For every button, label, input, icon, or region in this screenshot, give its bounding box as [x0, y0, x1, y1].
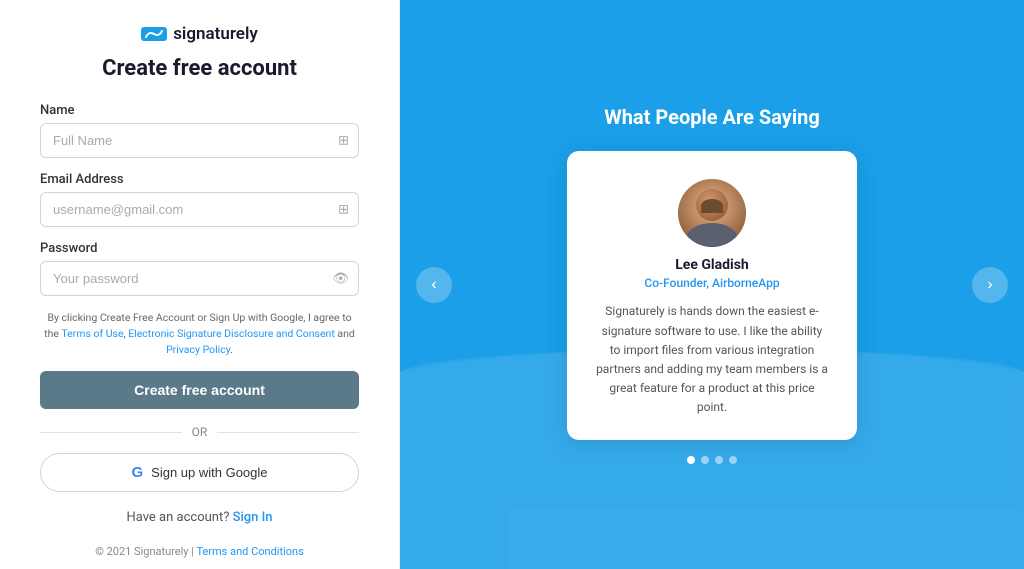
carousel-dot-1[interactable]	[687, 456, 695, 464]
terms-text: By clicking Create Free Account or Sign …	[40, 310, 359, 357]
signin-prompt: Have an account? Sign In	[126, 510, 272, 525]
avatar	[678, 179, 746, 247]
logo-text: signaturely	[173, 24, 258, 44]
email-input[interactable]	[40, 192, 359, 227]
signaturely-logo-icon	[141, 24, 167, 44]
footer: © 2021 Signaturely | Terms and Condition…	[95, 545, 304, 558]
google-signup-button[interactable]: G Sign up with Google	[40, 453, 359, 492]
password-label: Password	[40, 241, 359, 256]
terms-of-use-link[interactable]: Terms of Use	[61, 327, 123, 340]
or-line-left	[40, 432, 182, 433]
footer-copyright: © 2021 Signaturely |	[95, 545, 196, 558]
testimonial-quote: Signaturely is hands down the easiest e-…	[595, 302, 829, 417]
create-account-button[interactable]: Create free account	[40, 371, 359, 409]
page-title: Create free account	[102, 56, 297, 81]
carousel-dot-3[interactable]	[715, 456, 723, 464]
avatar-hair	[701, 199, 723, 213]
testimonial-heading: What People Are Saying	[604, 105, 820, 129]
avatar-body	[687, 223, 737, 247]
email-label: Email Address	[40, 172, 359, 187]
signin-link[interactable]: Sign In	[233, 510, 273, 525]
left-panel: signaturely Create free account Name ⊞ E…	[0, 0, 400, 569]
avatar-face	[678, 179, 746, 247]
name-input[interactable]	[40, 123, 359, 158]
password-input-wrapper: 👁	[40, 261, 359, 296]
email-field-group: Email Address ⊞	[40, 172, 359, 227]
privacy-policy-link[interactable]: Privacy Policy	[166, 343, 230, 356]
name-input-wrapper: ⊞	[40, 123, 359, 158]
or-divider: OR	[40, 425, 359, 439]
or-text: OR	[192, 425, 208, 439]
carousel-dots	[687, 456, 737, 464]
person-title: Co-Founder, AirborneApp	[595, 276, 829, 290]
google-button-label: Sign up with Google	[151, 465, 267, 480]
carousel-prev-button[interactable]: ‹	[416, 267, 452, 303]
name-label: Name	[40, 103, 359, 118]
right-panel: What People Are Saying Lee Gladish Co-Fo…	[400, 0, 1024, 569]
testimonial-card: Lee Gladish Co-Founder, AirborneApp Sign…	[567, 151, 857, 439]
password-field-group: Password 👁	[40, 241, 359, 296]
carousel-next-button[interactable]: ›	[972, 267, 1008, 303]
email-input-wrapper: ⊞	[40, 192, 359, 227]
logo-area: signaturely	[141, 24, 258, 44]
have-account-text: Have an account?	[126, 510, 229, 525]
carousel-dot-2[interactable]	[701, 456, 709, 464]
person-name: Lee Gladish	[595, 257, 829, 273]
terms-conditions-link[interactable]: Terms and Conditions	[196, 545, 303, 558]
or-line-right	[217, 432, 359, 433]
google-icon: G	[131, 464, 143, 481]
carousel-dot-4[interactable]	[729, 456, 737, 464]
esignature-disclosure-link[interactable]: Electronic Signature Disclosure and Cons…	[128, 327, 335, 340]
password-input[interactable]	[40, 261, 359, 296]
name-field-group: Name ⊞	[40, 103, 359, 158]
